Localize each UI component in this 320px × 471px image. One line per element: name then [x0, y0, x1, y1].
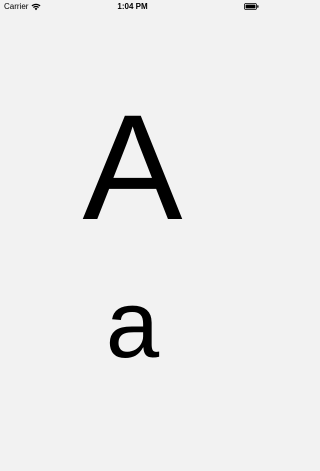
battery-icon	[244, 3, 259, 10]
uppercase-letter: A	[82, 83, 183, 251]
status-bar: Carrier 1:04 PM	[0, 0, 265, 14]
lowercase-letter: a	[105, 271, 160, 378]
status-time: 1:04 PM	[117, 2, 148, 11]
app-screen: Carrier 1:04 PM A a	[0, 0, 265, 471]
